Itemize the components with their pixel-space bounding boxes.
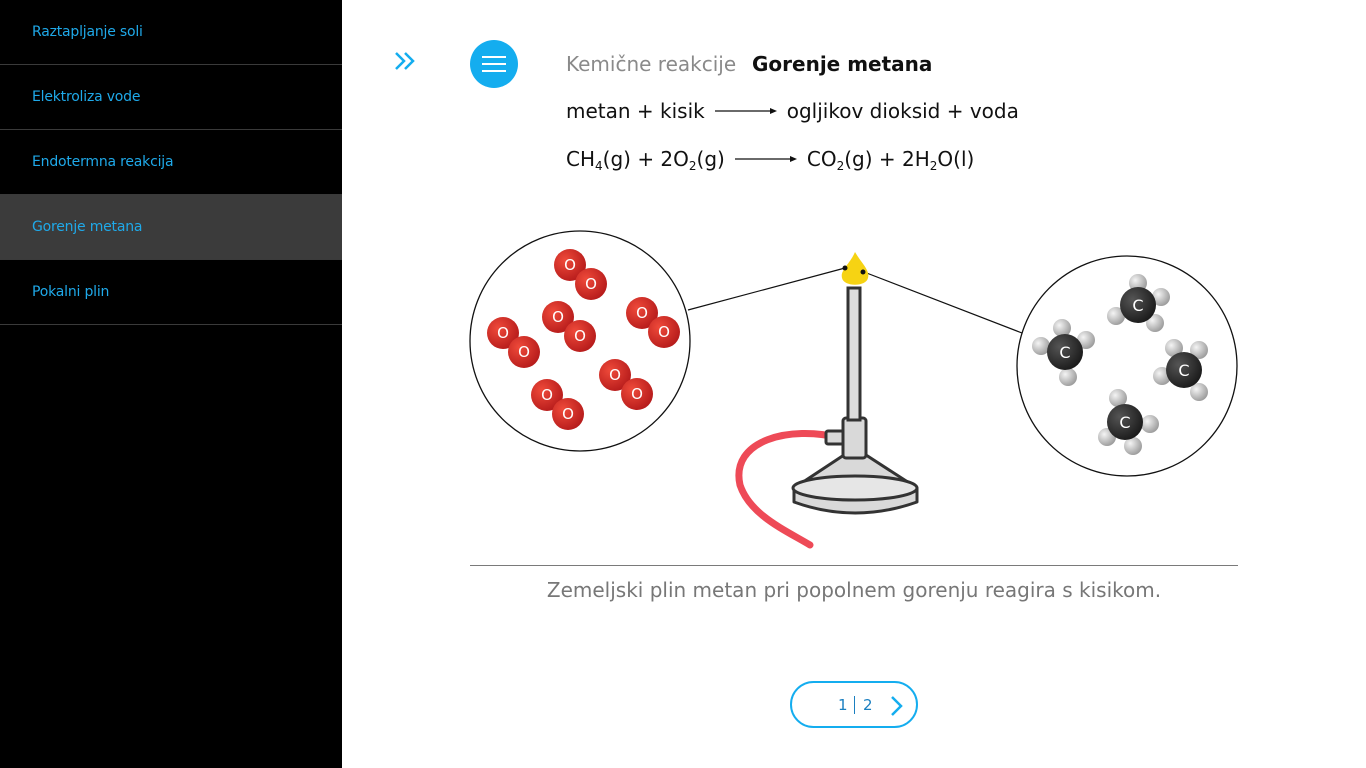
formula-part: O(l)	[937, 147, 975, 171]
oxygen-atom-label: O	[562, 405, 574, 423]
word-equation-products: ogljikov dioksid + voda	[786, 99, 1019, 123]
methane-combustion-illustration: OOOOOOOOOOOO CCCC	[469, 230, 1238, 549]
breadcrumb[interactable]: Kemične reakcije	[566, 52, 736, 76]
caption: Zemeljski plin metan pri popolnem gorenj…	[546, 578, 1162, 602]
oxygen-atom-label: O	[585, 275, 597, 293]
divider	[470, 565, 1238, 566]
hamburger-menu-icon-line	[482, 63, 506, 65]
sidebar-item-raztapljanje-soli[interactable]: Raztapljanje soli	[0, 0, 342, 65]
word-equation-reactants: metan + kisik	[566, 99, 705, 123]
formula-subscript: 2	[688, 159, 697, 173]
formula-subscript: 4	[595, 159, 603, 173]
oxygen-atom-label: O	[518, 343, 530, 361]
oxygen-atom-label: O	[552, 308, 564, 326]
reaction-arrow-icon	[734, 156, 797, 162]
formula-equation-reactants: CH4(g) + 2O2(g)	[566, 147, 725, 173]
reaction-arrow-icon	[714, 108, 777, 114]
formula-part: (g) + 2O	[602, 147, 689, 171]
oxygen-atom-label: O	[564, 256, 576, 274]
formula-equation: CH4(g) + 2O2(g) CO2(g) + 2H2O(l)	[566, 147, 975, 173]
page-current: 1	[838, 696, 848, 714]
formula-part: (g) + 2H	[844, 147, 930, 171]
hydrogen-atom	[1141, 415, 1159, 433]
sidebar-item-label: Gorenje metana	[32, 219, 143, 235]
page-total: 2	[863, 696, 873, 714]
oxygen-atom-label: O	[636, 304, 648, 322]
formula-part: CO	[806, 147, 837, 171]
carbon-atom-label: C	[1178, 361, 1189, 380]
oxygen-atom-label: O	[541, 386, 553, 404]
chevron-right-icon[interactable]	[889, 694, 905, 718]
oxygen-atom-label: O	[497, 324, 509, 342]
connector-dot	[842, 265, 848, 271]
hamburger-menu-icon-line	[482, 70, 506, 72]
oxygen-atom-label: O	[658, 323, 670, 341]
sidebar: Raztapljanje soli Elektroliza vode Endot…	[0, 0, 342, 768]
oxygen-atom-label: O	[574, 327, 586, 345]
sidebar-item-label: Pokalni plin	[32, 284, 110, 300]
double-chevron-right-icon[interactable]	[390, 46, 422, 78]
carbon-atom-label: C	[1132, 296, 1143, 315]
oxygen-atom-label: O	[609, 366, 621, 384]
sidebar-item-pokalni-plin[interactable]: Pokalni plin	[0, 260, 342, 325]
sidebar-item-endotermna-reakcija[interactable]: Endotermna reakcija	[0, 130, 342, 195]
sidebar-item-label: Elektroliza vode	[32, 89, 141, 105]
bunsen-burner	[791, 286, 919, 515]
page-title: Gorenje metana	[752, 52, 933, 76]
sidebar-item-label: Raztapljanje soli	[32, 24, 143, 40]
connector-dot	[860, 269, 866, 275]
pager[interactable]: 1 2	[790, 681, 918, 728]
sidebar-item-gorenje-metana[interactable]: Gorenje metana	[0, 195, 342, 260]
hydrogen-atom	[1059, 368, 1077, 386]
formula-part: (g)	[696, 147, 725, 171]
hamburger-menu-icon	[482, 56, 506, 58]
sidebar-item-label: Endotermna reakcija	[32, 154, 174, 170]
word-equation: metan + kisik ogljikov dioksid + voda	[566, 99, 1019, 123]
connector-line	[687, 267, 846, 311]
connector-line	[863, 271, 1023, 334]
sidebar-item-elektroliza-vode[interactable]: Elektroliza vode	[0, 65, 342, 130]
formula-equation-products: CO2(g) + 2H2O(l)	[806, 147, 975, 172]
carbon-atom-label: C	[1059, 343, 1070, 362]
carbon-atom-label: C	[1119, 413, 1130, 432]
formula-part: CH	[566, 147, 596, 171]
page-separator	[854, 696, 855, 714]
menu-button[interactable]	[470, 40, 518, 88]
oxygen-atom-label: O	[631, 385, 643, 403]
